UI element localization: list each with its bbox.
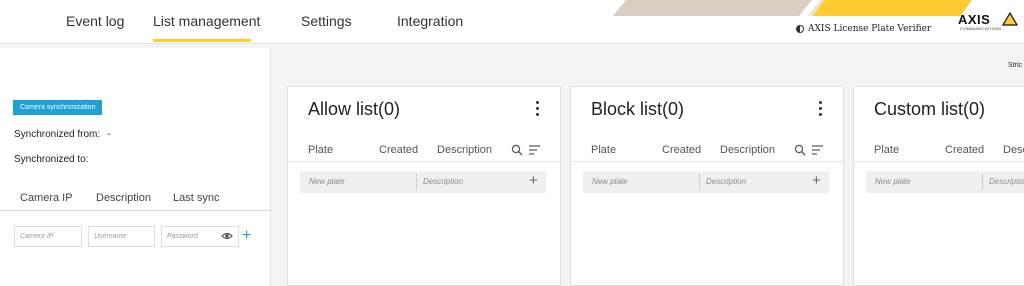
search-icon[interactable] [511, 144, 523, 156]
allow-list-title: Allow list(0) [308, 99, 401, 119]
camera-sync-panel: Camera synchronization Synchronized from… [0, 48, 271, 286]
column-header-last-sync: Last sync [173, 192, 220, 204]
synchronized-from: Synchronized from: - [14, 129, 110, 140]
tab-list-management[interactable]: List management [153, 13, 260, 29]
input-separator [416, 174, 417, 190]
new-entry-row: New plate Description + [300, 171, 546, 193]
sort-icon[interactable] [812, 145, 824, 155]
synchronized-to: Synchronized to: [14, 154, 89, 165]
column-header-description[interactable]: Description [437, 144, 492, 156]
synchronized-from-label: Synchronized from: [14, 129, 101, 140]
column-header-plate[interactable]: Plate [591, 144, 616, 156]
input-separator [982, 174, 983, 190]
new-entry-row: New plate Description [866, 171, 1024, 193]
show-password-icon[interactable] [221, 231, 233, 241]
block-list-title: Block list(0) [591, 99, 685, 119]
add-plate-icon[interactable]: + [812, 173, 821, 189]
column-header-created[interactable]: Created [662, 144, 701, 156]
column-header-camera-ip: Camera IP [20, 192, 73, 204]
add-camera-icon[interactable]: + [242, 228, 251, 244]
description-input[interactable]: Description [423, 177, 463, 186]
header-divider [571, 161, 843, 162]
block-list-card: Block list(0) Plate Created Description … [570, 86, 844, 286]
column-header-plate[interactable]: Plate [874, 144, 899, 156]
column-header-description: Description [96, 192, 152, 204]
new-entry-row: New plate Description + [583, 171, 829, 193]
column-header-description[interactable]: Description [720, 144, 775, 156]
description-input[interactable]: Description [706, 177, 746, 186]
active-tab-indicator [153, 39, 251, 42]
header-divider [288, 161, 560, 162]
more-options-icon[interactable] [819, 101, 823, 119]
column-header-created[interactable]: Created [379, 144, 418, 156]
synchronized-to-label: Synchronized to: [14, 154, 89, 165]
table-header-divider [0, 210, 271, 211]
custom-list-card: Custom list(0) Plate Created Description… [853, 86, 1024, 286]
column-header-created[interactable]: Created [945, 144, 984, 156]
add-plate-icon[interactable]: + [529, 173, 538, 189]
synchronized-from-value: - [106, 129, 111, 140]
strict-label: Stric [1008, 62, 1022, 69]
axis-logo: AXIS COMMUNICATIONS [958, 12, 1018, 36]
product-name-label: AXIS License Plate Verifier [808, 24, 932, 34]
header-divider [854, 161, 1024, 162]
tab-integration[interactable]: Integration [397, 13, 463, 29]
new-plate-input[interactable]: New plate [875, 177, 911, 186]
sort-icon[interactable] [529, 145, 541, 155]
search-icon[interactable] [794, 144, 806, 156]
allow-list-card: Allow list(0) Plate Created Description … [287, 86, 561, 286]
camera-synchronization-button[interactable]: Camera synchronization [13, 100, 103, 115]
username-input[interactable]: Username [88, 226, 155, 247]
column-header-description[interactable]: Description [1003, 144, 1024, 156]
product-name: AXIS License Plate Verifier [796, 24, 931, 34]
tab-event-log[interactable]: Event log [66, 13, 124, 29]
new-plate-input[interactable]: New plate [592, 177, 628, 186]
more-options-icon[interactable] [536, 101, 540, 119]
camera-ip-input[interactable]: Camera IP [14, 226, 82, 247]
custom-list-title: Custom list(0) [874, 99, 986, 119]
logo-word: AXIS [958, 12, 991, 27]
input-separator [699, 174, 700, 190]
logo-subtitle: COMMUNICATIONS [960, 26, 1002, 31]
logo-triangle-icon [1002, 12, 1018, 26]
tab-settings[interactable]: Settings [301, 13, 352, 29]
column-header-plate[interactable]: Plate [308, 144, 333, 156]
top-navigation-bar: Event log List management Settings Integ… [0, 0, 1024, 44]
description-input[interactable]: Description [989, 177, 1024, 186]
new-plate-input[interactable]: New plate [309, 177, 345, 186]
contrast-icon [796, 25, 804, 33]
